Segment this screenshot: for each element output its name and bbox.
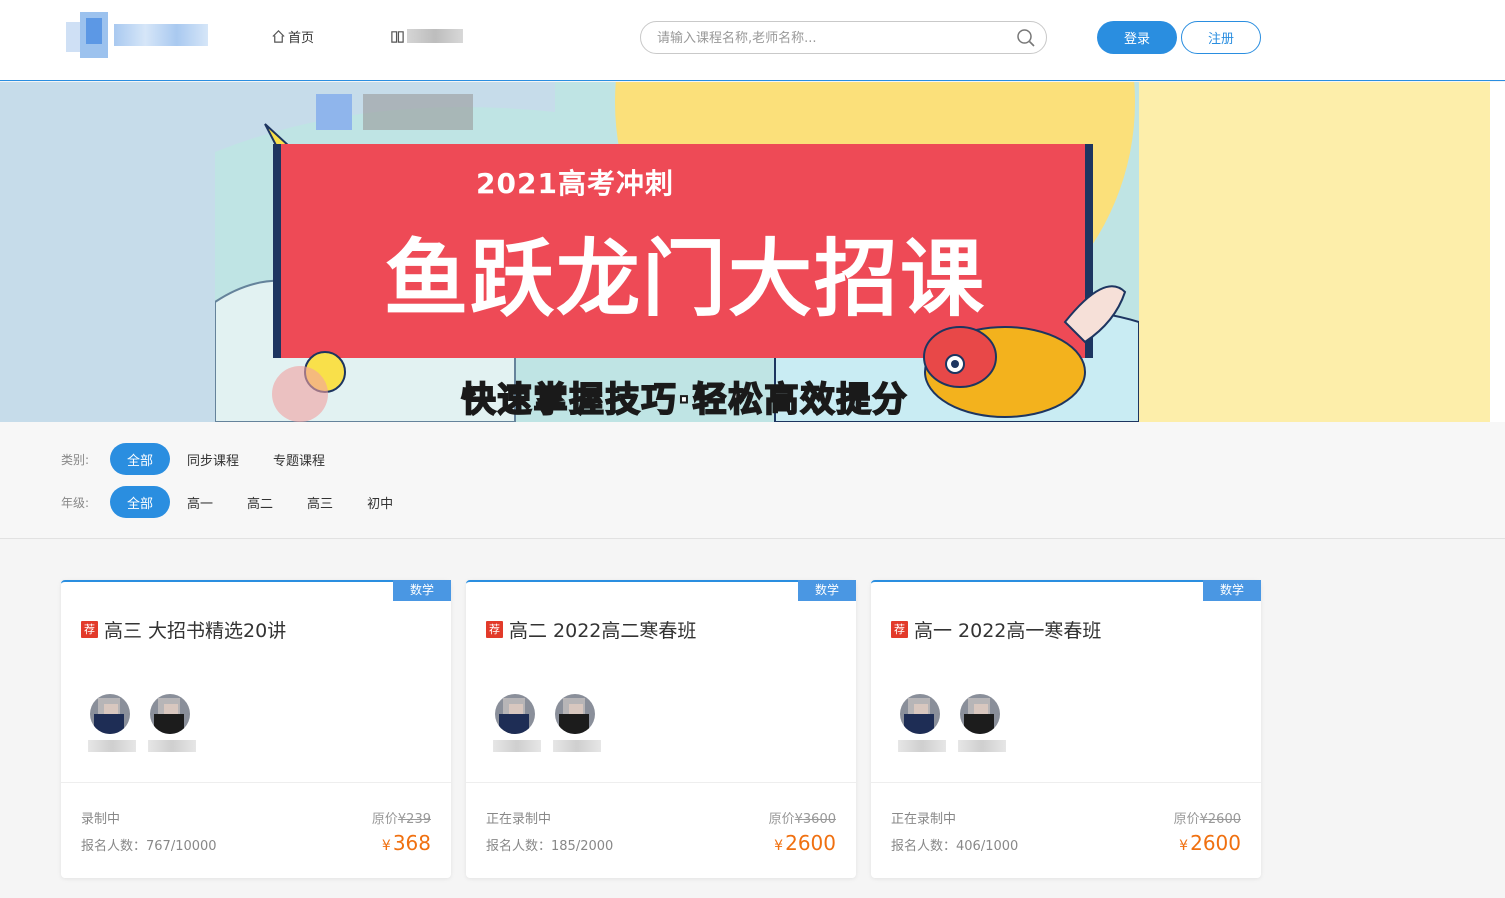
teacher-name xyxy=(88,740,136,752)
teacher[interactable] xyxy=(493,694,541,756)
teacher-name xyxy=(148,740,196,752)
teacher-list xyxy=(88,694,208,756)
recommend-badge: 荐 xyxy=(81,621,98,638)
register-button[interactable]: 注册 xyxy=(1181,21,1261,54)
teacher-name xyxy=(958,740,1006,752)
category-chip-all[interactable]: 全部 xyxy=(110,443,171,475)
nav-courses[interactable] xyxy=(390,26,463,46)
record-status: 正在录制中 xyxy=(486,812,552,827)
grade-chip-g1[interactable]: 高一 xyxy=(170,486,230,518)
nav-home-label: 首页 xyxy=(288,30,315,46)
login-button[interactable]: 登录 xyxy=(1097,21,1177,54)
teacher-name xyxy=(493,740,541,752)
current-price: ¥368 xyxy=(381,831,431,855)
category-label: 类别: xyxy=(61,452,90,467)
home-icon xyxy=(272,29,285,43)
original-price: 原价¥239 xyxy=(371,812,431,827)
course-card[interactable]: 数学 荐 高一 2022高一寒春班 正在录制中 报名人数：406/1000 原价… xyxy=(871,580,1261,878)
course-title[interactable]: 荐 高三 大招书精选20讲 xyxy=(81,616,286,643)
teacher-name xyxy=(898,740,946,752)
record-status: 正在录制中 xyxy=(891,812,957,827)
recommend-badge: 荐 xyxy=(486,621,503,638)
teacher[interactable] xyxy=(553,694,601,756)
recommend-badge: 荐 xyxy=(891,621,908,638)
teacher[interactable] xyxy=(898,694,946,756)
banner-year-line: 2021高考冲刺 xyxy=(476,167,674,200)
current-price: ¥2600 xyxy=(1179,831,1241,855)
site-logo[interactable] xyxy=(66,12,208,58)
teacher-avatar xyxy=(90,694,130,734)
category-filter-row: 类别: 全部 同步课程 专题课程 xyxy=(61,443,342,475)
banner-main-title: 鱼跃龙门大招课 xyxy=(383,230,986,328)
subject-tag: 数学 xyxy=(798,580,856,601)
enroll-count: 报名人数：767/10000 xyxy=(81,839,217,854)
enroll-count: 报名人数：406/1000 xyxy=(891,839,1019,854)
teacher[interactable] xyxy=(958,694,1006,756)
grade-chip-junior[interactable]: 初中 xyxy=(350,486,410,518)
grade-chip-g2[interactable]: 高二 xyxy=(230,486,290,518)
current-price: ¥2600 xyxy=(774,831,836,855)
grade-label: 年级: xyxy=(61,495,90,510)
teacher-avatar xyxy=(900,694,940,734)
nav-home[interactable]: 首页 xyxy=(271,26,314,46)
search-icon[interactable] xyxy=(1016,28,1036,48)
category-chip-sync[interactable]: 同步课程 xyxy=(170,443,256,475)
teacher-avatar xyxy=(960,694,1000,734)
banner-left-fill xyxy=(0,82,215,422)
banner-right-fill xyxy=(1139,82,1505,422)
record-status: 录制中 xyxy=(81,812,121,827)
original-price: 原价¥3600 xyxy=(768,812,836,827)
card-footer: 录制中 报名人数：767/10000 原价¥239 ¥368 xyxy=(61,782,451,878)
subject-tag: 数学 xyxy=(393,580,451,601)
course-card[interactable]: 数学 荐 高二 2022高二寒春班 正在录制中 报名人数：185/2000 原价… xyxy=(466,580,856,878)
course-title-text: 高二 2022高二寒春班 xyxy=(509,620,697,642)
subject-tag: 数学 xyxy=(1203,580,1261,601)
grade-chip-g3[interactable]: 高三 xyxy=(290,486,350,518)
course-card[interactable]: 数学 荐 高三 大招书精选20讲 录制中 报名人数：767/10000 原价¥2… xyxy=(61,580,451,878)
course-title[interactable]: 荐 高一 2022高一寒春班 xyxy=(891,616,1101,643)
grade-chip-all[interactable]: 全部 xyxy=(110,486,171,518)
teacher-list xyxy=(898,694,1018,756)
card-footer: 正在录制中 报名人数：406/1000 原价¥2600 ¥2600 xyxy=(871,782,1261,878)
search-box xyxy=(640,21,1047,54)
teacher-name xyxy=(553,740,601,752)
course-title-text: 高一 2022高一寒春班 xyxy=(914,620,1102,642)
teacher-list xyxy=(493,694,613,756)
filter-panel: 类别: 全部 同步课程 专题课程 年级: 全部 高一 高二 高三 初中 xyxy=(0,422,1505,539)
top-header: 首页 登录 注册 xyxy=(0,0,1505,81)
teacher-avatar xyxy=(150,694,190,734)
book-icon xyxy=(391,30,404,43)
teacher[interactable] xyxy=(88,694,136,756)
enroll-count: 报名人数：185/2000 xyxy=(486,839,614,854)
original-price: 原价¥2600 xyxy=(1173,812,1241,827)
teacher-avatar xyxy=(555,694,595,734)
teacher[interactable] xyxy=(148,694,196,756)
category-chip-topic[interactable]: 专题课程 xyxy=(256,443,342,475)
teacher-avatar xyxy=(495,694,535,734)
course-title-text: 高三 大招书精选20讲 xyxy=(104,620,287,642)
course-title[interactable]: 荐 高二 2022高二寒春班 xyxy=(486,616,696,643)
card-footer: 正在录制中 报名人数：185/2000 原价¥3600 ¥2600 xyxy=(466,782,856,878)
grade-filter-row: 年级: 全部 高一 高二 高三 初中 xyxy=(61,486,410,518)
banner-subtitle: 快速掌握技巧·轻松高效提分 xyxy=(461,379,909,421)
promo-banner[interactable]: 2021高考冲刺 鱼跃龙门大招课 快速掌握技巧·轻松高效提分 xyxy=(0,82,1505,422)
search-input[interactable] xyxy=(657,28,1007,48)
nav-courses-label xyxy=(407,29,463,43)
